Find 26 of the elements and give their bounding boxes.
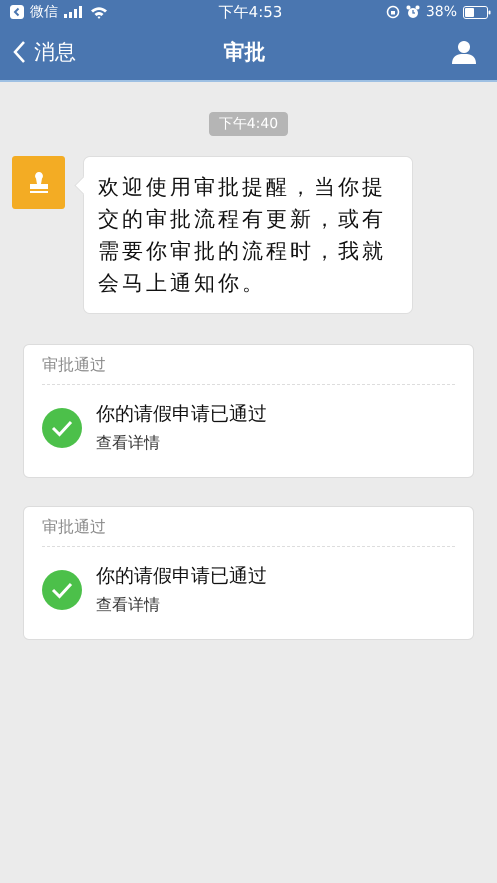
battery-icon xyxy=(463,6,491,18)
card-title: 你的请假申请已通过 xyxy=(96,402,267,427)
approval-card[interactable]: 审批通过 你的请假申请已通过 查看详情 xyxy=(23,344,474,478)
back-app-icon[interactable] xyxy=(10,5,24,19)
alarm-icon xyxy=(406,5,420,19)
details-link[interactable]: 查看详情 xyxy=(96,595,267,616)
details-link[interactable]: 查看详情 xyxy=(96,433,267,454)
clock: 下午4:53 xyxy=(218,2,282,22)
stamp-avatar xyxy=(12,156,65,209)
battery-percent: 38% xyxy=(426,4,457,20)
back-app-label[interactable]: 微信 xyxy=(30,3,58,21)
card-header: 审批通过 xyxy=(42,345,455,385)
person-icon[interactable] xyxy=(451,39,477,65)
back-chevron-icon[interactable] xyxy=(12,40,26,64)
check-circle-icon xyxy=(42,408,82,448)
wifi-icon xyxy=(90,6,108,18)
page-title: 审批 xyxy=(224,39,266,66)
approval-card[interactable]: 审批通过 你的请假申请已通过 查看详情 xyxy=(23,506,474,640)
signal-icon xyxy=(64,6,84,18)
rotation-lock-icon xyxy=(386,5,400,19)
message-text: 欢迎使用审批提醒，当你提交的审批流程有更新，或有需要你审批的流程时，我就会马上通知你。 xyxy=(98,174,387,297)
card-title: 你的请假申请已通过 xyxy=(96,564,267,589)
back-button[interactable]: 消息 xyxy=(12,38,112,66)
check-circle-icon xyxy=(42,570,82,610)
card-header: 审批通过 xyxy=(42,507,455,547)
timestamp: 下午4:40 xyxy=(208,112,288,136)
